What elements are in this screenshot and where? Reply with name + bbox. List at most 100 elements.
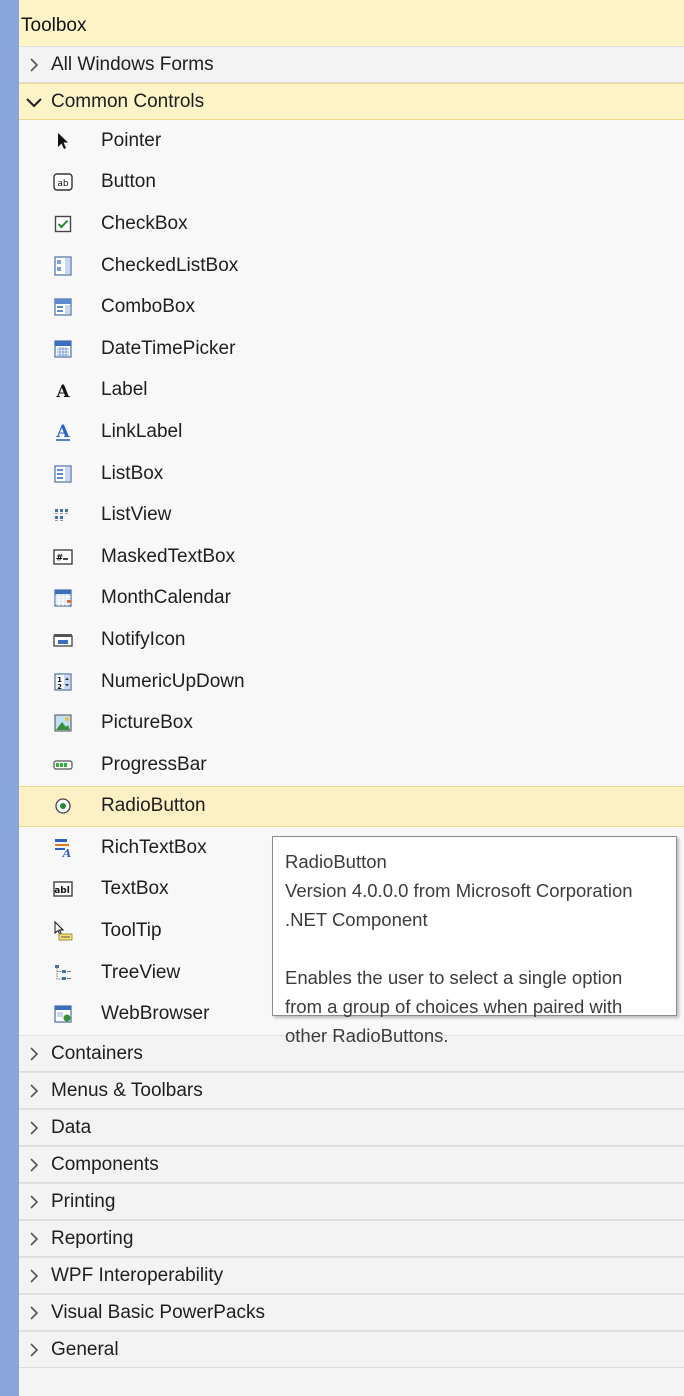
tooltip-version: Version 4.0.0.0 from Microsoft Corporati… [285, 880, 633, 901]
item-label: RichTextBox [101, 836, 207, 858]
category-label: Components [51, 1153, 159, 1175]
category-label: All Windows Forms [51, 53, 214, 75]
category-label: Printing [51, 1190, 116, 1212]
item-label: TextBox [101, 878, 169, 900]
category-printing[interactable]: Printing [19, 1183, 684, 1221]
listview-icon [53, 505, 73, 525]
category-label: Data [51, 1116, 92, 1138]
chevron-right-icon [25, 1119, 43, 1137]
category-wpf-interoperability[interactable]: WPF Interoperability [19, 1257, 684, 1295]
category-label: WPF Interoperability [51, 1264, 224, 1286]
maskedtextbox-icon: # [53, 547, 73, 567]
chevron-right-icon [25, 1230, 43, 1248]
toolbox-item-picturebox[interactable]: PictureBox [19, 702, 684, 744]
chevron-right-icon [25, 1045, 43, 1063]
item-label: CheckedListBox [101, 254, 239, 276]
item-label: ProgressBar [101, 753, 207, 775]
toolbox-item-numericupdown[interactable]: 12 NumericUpDown [19, 661, 684, 703]
toolbox-item-listbox[interactable]: ListBox [19, 453, 684, 495]
chevron-right-icon [25, 1341, 43, 1359]
progressbar-icon [53, 755, 73, 775]
chevron-right-icon [25, 1304, 43, 1322]
category-common-controls[interactable]: Common Controls [19, 83, 684, 120]
category-general[interactable]: General [19, 1331, 684, 1369]
category-label: Visual Basic PowerPacks [51, 1301, 266, 1323]
category-label: General [51, 1338, 119, 1360]
combobox-icon [53, 297, 73, 317]
notifyicon-icon [53, 630, 73, 650]
item-label: Label [101, 379, 148, 401]
item-label: Pointer [101, 129, 162, 151]
radiobutton-tooltip: RadioButton Version 4.0.0.0 from Microso… [272, 836, 677, 1046]
pointer-icon [53, 131, 73, 151]
item-label: PictureBox [101, 712, 193, 734]
linklabel-icon: A [53, 422, 73, 442]
chevron-right-icon [25, 1156, 43, 1174]
item-label: WebBrowser [101, 1003, 210, 1025]
toolbox-panel: Toolbox All Windows Forms Common Control… [19, 0, 684, 1396]
category-reporting[interactable]: Reporting [19, 1220, 684, 1258]
toolbox-item-progressbar[interactable]: ProgressBar [19, 744, 684, 786]
category-all-windows-forms[interactable]: All Windows Forms [19, 46, 684, 83]
tooltip-name: RadioButton [285, 851, 387, 872]
chevron-right-icon [25, 56, 43, 74]
svg-text:2: 2 [57, 683, 62, 691]
button-icon: ab [53, 172, 73, 192]
toolbox-item-linklabel[interactable]: A LinkLabel [19, 411, 684, 453]
svg-text:A: A [55, 382, 70, 399]
item-label: MonthCalendar [101, 587, 231, 609]
monthcalendar-icon [53, 588, 73, 608]
chevron-down-icon [25, 93, 43, 111]
tooltip-description-line: Enables the user to select a single opti… [285, 967, 623, 988]
toolbox-item-maskedtextbox[interactable]: # MaskedTextBox [19, 536, 684, 578]
toolbox-item-monthcalendar[interactable]: MonthCalendar [19, 578, 684, 620]
item-label: ToolTip [101, 920, 162, 942]
tooltip-description-line: from a group of choices when paired with [285, 996, 623, 1017]
toolbox-item-notifyicon[interactable]: NotifyIcon [19, 619, 684, 661]
radiobutton-icon [53, 796, 73, 816]
toolbox-title: Toolbox [19, 0, 684, 46]
toolbox-item-checkbox[interactable]: CheckBox [19, 203, 684, 245]
tooltip-component: .NET Component [285, 909, 428, 930]
listbox-icon [53, 464, 73, 484]
toolbox-item-radiobutton[interactable]: RadioButton [19, 785, 684, 828]
toolbox-item-combobox[interactable]: ComboBox [19, 286, 684, 328]
chevron-right-icon [25, 1193, 43, 1211]
toolbox-item-listview[interactable]: ListView [19, 494, 684, 536]
tooltip-description-line: other RadioButtons. [285, 1025, 449, 1046]
chevron-right-icon [25, 1082, 43, 1100]
treeview-icon [53, 963, 73, 983]
item-label: Button [101, 171, 156, 193]
label-icon: A [53, 380, 73, 400]
category-label: Common Controls [51, 90, 205, 112]
item-label: CheckBox [101, 212, 188, 234]
svg-text:#: # [56, 553, 64, 563]
item-label: NotifyIcon [101, 628, 186, 650]
svg-text:A: A [62, 847, 72, 858]
category-label: Menus & Toolbars [51, 1079, 203, 1101]
item-label: DateTimePicker [101, 337, 236, 359]
checkbox-icon [53, 214, 73, 234]
item-label: LinkLabel [101, 420, 183, 442]
item-label: ListView [101, 504, 172, 526]
item-label: MaskedTextBox [101, 545, 236, 567]
category-components[interactable]: Components [19, 1146, 684, 1184]
category-menus-toolbars[interactable]: Menus & Toolbars [19, 1072, 684, 1110]
toolbox-item-label[interactable]: A Label [19, 370, 684, 412]
category-data[interactable]: Data [19, 1109, 684, 1147]
picturebox-icon [53, 713, 73, 733]
category-visual-basic-powerpacks[interactable]: Visual Basic PowerPacks [19, 1294, 684, 1332]
item-label: NumericUpDown [101, 670, 245, 692]
svg-text:abl: abl [54, 886, 70, 896]
numericupdown-icon: 12 [53, 672, 73, 692]
textbox-icon: abl [53, 879, 73, 899]
toolbox-item-button[interactable]: ab Button [19, 162, 684, 204]
toolbox-item-checkedlistbox[interactable]: CheckedListBox [19, 245, 684, 287]
toolbox-item-datetimepicker[interactable]: DateTimePicker [19, 328, 684, 370]
tooltip-icon [53, 921, 73, 941]
item-label: TreeView [101, 961, 181, 983]
category-label: Containers [51, 1042, 143, 1064]
webbrowser-icon [53, 1004, 73, 1024]
toolbox-item-pointer[interactable]: Pointer [19, 120, 684, 162]
svg-text:A: A [55, 422, 70, 442]
